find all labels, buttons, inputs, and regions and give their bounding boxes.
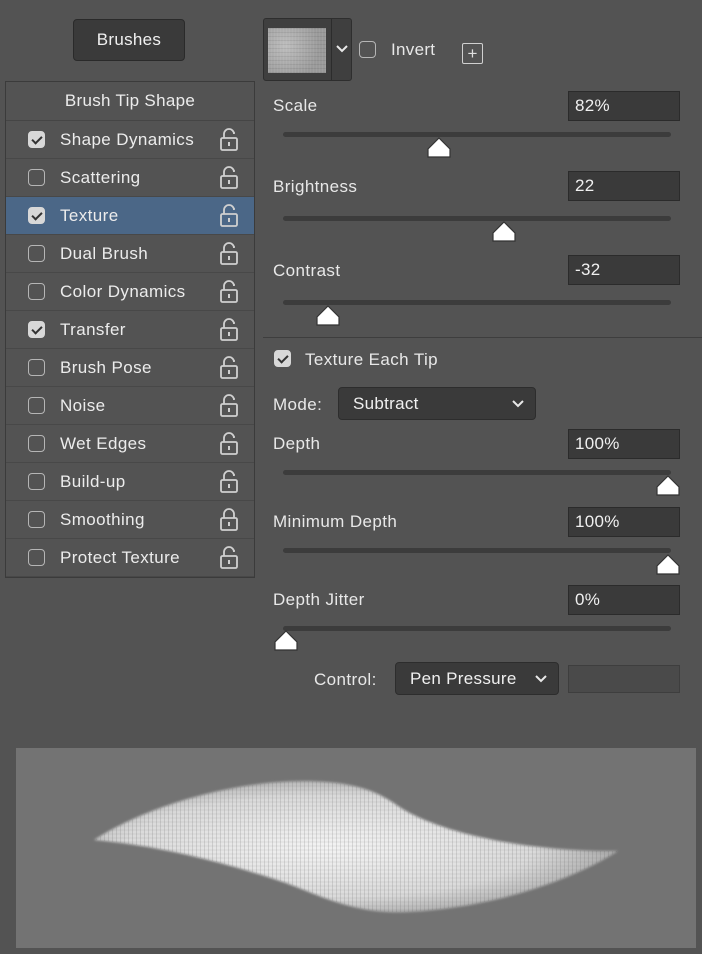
texture-swatch [268, 28, 326, 73]
depth-jitter-input[interactable] [568, 585, 680, 615]
lock-open-icon[interactable] [218, 241, 240, 267]
option-item-wet-edges[interactable]: Wet Edges [6, 425, 254, 463]
lock-open-icon[interactable] [218, 393, 240, 419]
lock-open-icon[interactable] [218, 165, 240, 191]
brush-stroke-preview [16, 748, 696, 948]
option-item-brush-pose[interactable]: Brush Pose [6, 349, 254, 387]
option-label: Noise [60, 396, 106, 415]
control-jitter-field [568, 665, 680, 693]
lock-open-icon[interactable] [218, 317, 240, 343]
depth-slider-thumb[interactable] [655, 475, 681, 497]
section-divider [263, 337, 702, 338]
option-label: Scattering [60, 168, 141, 187]
texture-each-tip-label: Texture Each Tip [305, 350, 439, 369]
option-label: Smoothing [60, 510, 145, 529]
plus-box-icon[interactable]: + [462, 43, 483, 64]
texture-each-tip-checkbox[interactable] [274, 350, 291, 367]
brushes-button[interactable]: Brushes [73, 19, 185, 61]
brightness-slider-track[interactable] [283, 216, 671, 221]
mode-label: Mode: [273, 395, 323, 414]
option-checkbox[interactable] [28, 321, 45, 338]
brightness-label: Brightness [273, 177, 358, 196]
option-item-texture[interactable]: Texture [6, 197, 254, 235]
brightness-input[interactable] [568, 171, 680, 201]
lock-open-icon[interactable] [218, 431, 240, 457]
depth-jitter-label: Depth Jitter [273, 590, 365, 609]
depth-jitter-slider-track[interactable] [283, 626, 671, 631]
lock-open-icon[interactable] [218, 127, 240, 153]
control-dropdown[interactable]: Pen Pressure [395, 662, 559, 695]
scale-slider-track[interactable] [283, 132, 671, 137]
option-label: Shape Dynamics [60, 130, 195, 149]
picker-divider [331, 19, 332, 80]
scale-slider-thumb[interactable] [426, 137, 452, 159]
depth-label: Depth [273, 434, 321, 453]
option-label: Transfer [60, 320, 126, 339]
lock-closed-icon[interactable] [218, 507, 240, 533]
minimum-depth-label: Minimum Depth [273, 512, 398, 531]
depth-input[interactable] [568, 429, 680, 459]
contrast-input[interactable] [568, 255, 680, 285]
scale-input[interactable] [568, 91, 680, 121]
option-checkbox[interactable] [28, 435, 45, 452]
control-value: Pen Pressure [410, 668, 517, 688]
option-checkbox[interactable] [28, 359, 45, 376]
option-label: Build-up [60, 472, 126, 491]
brush-tip-shape-item[interactable]: Brush Tip Shape [6, 82, 254, 121]
texture-picker[interactable] [263, 18, 352, 81]
mode-dropdown[interactable]: Subtract [338, 387, 536, 420]
option-checkbox[interactable] [28, 473, 45, 490]
option-item-noise[interactable]: Noise [6, 387, 254, 425]
invert-label: Invert [391, 40, 436, 59]
contrast-slider-thumb[interactable] [315, 305, 341, 327]
option-label: Dual Brush [60, 244, 149, 263]
minimum-depth-slider-track[interactable] [283, 548, 671, 553]
brush-options-list: Brush Tip Shape Shape Dynamics Scattering… [5, 81, 255, 578]
option-item-dual-brush[interactable]: Dual Brush [6, 235, 254, 273]
lock-open-icon[interactable] [218, 279, 240, 305]
contrast-slider-track[interactable] [283, 300, 671, 305]
option-item-transfer[interactable]: Transfer [6, 311, 254, 349]
option-checkbox[interactable] [28, 131, 45, 148]
depth-slider-track[interactable] [283, 470, 671, 475]
lock-open-icon[interactable] [218, 203, 240, 229]
option-label: Texture [60, 206, 119, 225]
option-item-shape-dynamics[interactable]: Shape Dynamics [6, 121, 254, 159]
invert-checkbox[interactable] [359, 41, 376, 58]
minimum-depth-slider-thumb[interactable] [655, 554, 681, 576]
minimum-depth-input[interactable] [568, 507, 680, 537]
contrast-label: Contrast [273, 261, 341, 280]
option-checkbox[interactable] [28, 283, 45, 300]
lock-open-icon[interactable] [218, 355, 240, 381]
lock-open-icon[interactable] [218, 469, 240, 495]
option-item-color-dynamics[interactable]: Color Dynamics [6, 273, 254, 311]
option-checkbox[interactable] [28, 549, 45, 566]
option-label: Wet Edges [60, 434, 147, 453]
option-item-scattering[interactable]: Scattering [6, 159, 254, 197]
stroke-preview-image [94, 781, 618, 913]
option-item-protect-texture[interactable]: Protect Texture [6, 539, 254, 577]
option-checkbox[interactable] [28, 169, 45, 186]
option-label: Color Dynamics [60, 282, 186, 301]
chevron-down-icon[interactable] [335, 44, 349, 54]
option-item-build-up[interactable]: Build-up [6, 463, 254, 501]
option-checkbox[interactable] [28, 511, 45, 528]
option-label: Protect Texture [60, 548, 181, 567]
option-checkbox[interactable] [28, 397, 45, 414]
brightness-slider-thumb[interactable] [491, 221, 517, 243]
option-item-smoothing[interactable]: Smoothing [6, 501, 254, 539]
chevron-down-icon [512, 399, 524, 407]
control-label: Control: [314, 670, 377, 689]
option-checkbox[interactable] [28, 245, 45, 262]
chevron-down-icon [535, 674, 547, 682]
scale-label: Scale [273, 96, 318, 115]
mode-value: Subtract [353, 393, 419, 413]
lock-open-icon[interactable] [218, 545, 240, 571]
depth-jitter-slider-thumb[interactable] [273, 630, 299, 652]
option-checkbox[interactable] [28, 207, 45, 224]
option-label: Brush Pose [60, 358, 152, 377]
